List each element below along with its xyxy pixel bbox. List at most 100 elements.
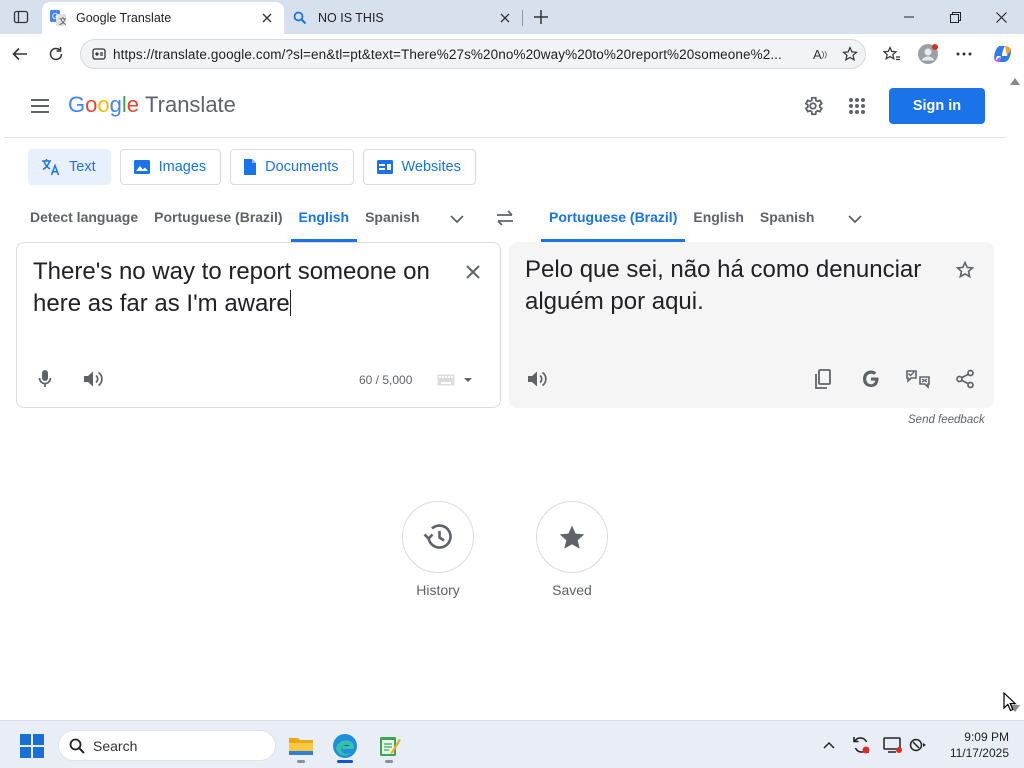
page-scrollbar[interactable] bbox=[1006, 74, 1024, 718]
rate-translation-feedback-icon[interactable] bbox=[906, 367, 930, 391]
favorite-star-icon[interactable] bbox=[835, 40, 865, 68]
microphone-icon[interactable] bbox=[33, 367, 57, 391]
tab-title: NO IS THIS bbox=[318, 11, 384, 25]
update-sync-icon[interactable] bbox=[851, 735, 871, 755]
url-text[interactable]: https://translate.google.com/?sl=en&tl=p… bbox=[113, 47, 805, 62]
network-sound-status-icon[interactable] bbox=[909, 735, 929, 755]
logo-letter: o bbox=[85, 92, 98, 117]
tab-title: Google Translate bbox=[76, 11, 172, 25]
source-lang-english[interactable]: English bbox=[290, 204, 358, 242]
copy-translation-icon[interactable] bbox=[811, 367, 835, 391]
settings-gear-icon[interactable] bbox=[801, 94, 825, 118]
windows-start-icon[interactable] bbox=[20, 734, 44, 758]
clock-date: 11/17/2025 bbox=[949, 746, 1009, 760]
mode-images-button[interactable]: Images bbox=[119, 149, 222, 185]
target-language-bar: Portuguese (Brazil) English Spanish bbox=[541, 204, 870, 244]
mode-label: Websites bbox=[401, 159, 461, 175]
mode-documents-button[interactable]: Documents bbox=[230, 149, 354, 185]
new-tab-icon[interactable] bbox=[528, 5, 554, 29]
target-lang-portuguese[interactable]: Portuguese (Brazil) bbox=[541, 204, 686, 242]
translation-mode-tabs: Text Images Documents Websites bbox=[28, 149, 476, 185]
source-text-panel: There's no way to report someone on here… bbox=[16, 242, 501, 408]
app-active-indicator bbox=[337, 760, 353, 763]
browser-toolbar: https://translate.google.com/?sl=en&tl=p… bbox=[0, 34, 1024, 74]
website-icon bbox=[376, 160, 393, 174]
saved-label: Saved bbox=[552, 582, 592, 598]
google-translate-page: Google Translate Sign in Text Images Doc… bbox=[4, 74, 1006, 718]
keyboard-icon bbox=[437, 374, 455, 386]
restore-icon[interactable] bbox=[932, 0, 978, 34]
mode-websites-button[interactable]: Websites bbox=[362, 149, 476, 185]
translate-icon bbox=[42, 159, 60, 176]
mode-label: Documents bbox=[265, 159, 339, 175]
listen-translation-speaker-icon[interactable] bbox=[525, 367, 549, 391]
edge-browser-icon[interactable] bbox=[328, 729, 362, 763]
more-source-languages-chevron-down-icon[interactable] bbox=[442, 204, 472, 234]
mode-text-button[interactable]: Text bbox=[28, 149, 111, 185]
back-icon[interactable] bbox=[6, 40, 34, 68]
star-icon bbox=[559, 525, 585, 549]
browser-tab-strip: G文 Google Translate NO IS THIS bbox=[0, 0, 1024, 34]
close-window-icon[interactable] bbox=[978, 0, 1024, 34]
send-feedback-link[interactable]: Send feedback bbox=[908, 414, 985, 426]
source-lang-spanish[interactable]: Spanish bbox=[357, 204, 427, 242]
display-icon[interactable] bbox=[883, 735, 903, 755]
mode-label: Images bbox=[158, 159, 207, 175]
notepad-icon[interactable] bbox=[372, 729, 406, 763]
history-icon bbox=[423, 524, 452, 549]
sign-in-button[interactable]: Sign in bbox=[889, 88, 985, 124]
taskbar-clock[interactable]: 9:09 PM 11/17/2025 bbox=[937, 729, 1009, 761]
tab-actions-icon[interactable] bbox=[8, 5, 34, 29]
google-translate-logo[interactable]: Google Translate bbox=[68, 92, 236, 118]
document-icon bbox=[244, 159, 257, 175]
app-running-indicator bbox=[297, 760, 305, 763]
logo-letter: e bbox=[126, 92, 140, 117]
source-lang-detect[interactable]: Detect language bbox=[22, 204, 146, 242]
clear-source-text-close-icon[interactable] bbox=[461, 260, 485, 284]
address-bar[interactable]: https://translate.google.com/?sl=en&tl=p… bbox=[80, 39, 866, 69]
taskbar-search-box[interactable]: Search bbox=[58, 730, 276, 761]
file-explorer-icon[interactable] bbox=[284, 729, 318, 763]
google-search-g-icon[interactable] bbox=[859, 367, 883, 391]
app-running-indicator bbox=[385, 760, 393, 763]
share-translation-icon[interactable] bbox=[953, 367, 977, 391]
minimize-icon[interactable] bbox=[886, 0, 932, 34]
refresh-icon[interactable] bbox=[42, 40, 70, 68]
main-menu-icon[interactable] bbox=[28, 94, 52, 118]
close-tab-icon[interactable] bbox=[256, 7, 278, 29]
show-hidden-icons-chevron-up-icon[interactable] bbox=[819, 735, 839, 755]
source-lang-portuguese[interactable]: Portuguese (Brazil) bbox=[146, 204, 290, 242]
close-tab-icon[interactable] bbox=[494, 7, 516, 29]
saved-button[interactable] bbox=[536, 501, 608, 573]
save-translation-star-icon[interactable] bbox=[953, 258, 977, 282]
caret-down-icon bbox=[464, 378, 472, 382]
source-text: There's no way to report someone on here… bbox=[33, 258, 430, 317]
read-aloud-icon[interactable]: A)) bbox=[805, 40, 835, 68]
copilot-icon[interactable] bbox=[988, 40, 1016, 68]
browser-tab-no-is-this[interactable]: NO IS THIS bbox=[284, 2, 522, 34]
site-info-icon[interactable] bbox=[85, 47, 113, 61]
clock-time: 9:09 PM bbox=[964, 730, 1009, 744]
favorites-icon[interactable] bbox=[878, 40, 906, 68]
target-lang-english[interactable]: English bbox=[685, 204, 752, 242]
browser-tab-google-translate[interactable]: G文 Google Translate bbox=[42, 2, 284, 34]
svg-text:文: 文 bbox=[59, 16, 66, 26]
search-icon bbox=[69, 738, 85, 754]
translated-text: Pelo que sei, não há como denunciar algu… bbox=[525, 256, 922, 315]
swap-languages-icon[interactable] bbox=[491, 204, 519, 232]
history-button[interactable] bbox=[402, 501, 474, 573]
listen-source-speaker-icon[interactable] bbox=[81, 367, 105, 391]
tab-separator bbox=[522, 10, 523, 26]
mouse-pointer-icon bbox=[1003, 691, 1017, 717]
target-lang-spanish[interactable]: Spanish bbox=[752, 204, 822, 242]
input-tools[interactable] bbox=[437, 372, 479, 388]
scroll-up-icon[interactable] bbox=[1010, 78, 1020, 85]
character-count: 60 / 5,000 bbox=[359, 373, 413, 387]
more-target-languages-chevron-down-icon[interactable] bbox=[840, 204, 870, 234]
source-text-input[interactable]: There's no way to report someone on here… bbox=[33, 256, 443, 320]
profile-avatar-icon[interactable] bbox=[914, 40, 942, 68]
google-translate-favicon-icon: G文 bbox=[50, 10, 66, 26]
history-label: History bbox=[416, 582, 460, 598]
more-options-icon[interactable] bbox=[950, 40, 978, 68]
google-apps-icon[interactable] bbox=[845, 94, 869, 118]
